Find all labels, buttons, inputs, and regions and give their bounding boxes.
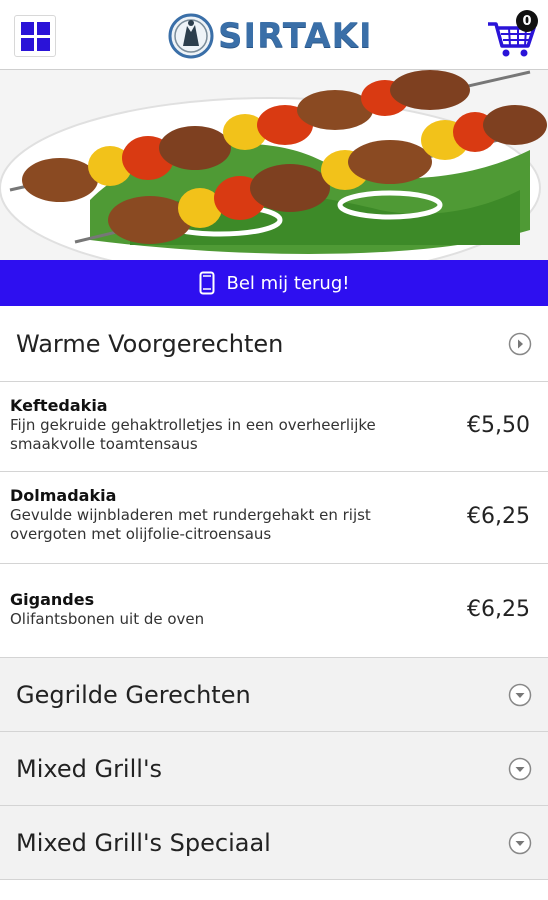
logo[interactable]: SIRTAKI — [166, 12, 373, 60]
mobile-phone-icon — [199, 271, 214, 295]
item-name: Gigandes — [10, 590, 95, 609]
item-price: €6,25 — [467, 596, 530, 622]
chevron-down-circle-icon — [508, 757, 532, 780]
cart-button[interactable]: 0 — [484, 8, 540, 64]
chevron-down-circle-icon — [508, 831, 532, 854]
item-description: Fijn gekruide gehaktrolletjes in een ove… — [10, 416, 376, 453]
item-name: Keftedakia — [10, 396, 108, 415]
category-label: Mixed Grill's — [16, 754, 163, 783]
item-price: €6,25 — [467, 503, 530, 529]
category-mixed-grills[interactable]: Mixed Grill's — [0, 732, 548, 806]
hero-image — [0, 70, 548, 260]
menu-item-keftedakia[interactable]: Keftedakia Fijn gekruide gehaktrolletjes… — [0, 382, 548, 472]
app-header: SIRTAKI 0 — [0, 0, 548, 70]
chevron-right-circle-icon — [508, 332, 532, 355]
menu-item-dolmadakia[interactable]: Dolmadakia Gevulde wijnbladeren met rund… — [0, 472, 548, 564]
menu-item-gigandes[interactable]: Gigandes Olifantsbonen uit de oven €6,25 — [0, 564, 548, 658]
category-label: Mixed Grill's Speciaal — [16, 828, 271, 857]
category-mixed-grills-speciaal[interactable]: Mixed Grill's Speciaal — [0, 806, 548, 880]
item-name: Dolmadakia — [10, 486, 117, 505]
chevron-down-circle-icon — [508, 683, 532, 706]
category-gegrilde-gerechten[interactable]: Gegrilde Gerechten — [0, 658, 548, 732]
item-price: €5,50 — [467, 412, 530, 438]
logo-text: SIRTAKI — [218, 16, 373, 56]
category-warme-voorgerechten[interactable]: Warme Voorgerechten — [0, 306, 548, 382]
category-label: Warme Voorgerechten — [16, 329, 284, 358]
item-description: Olifantsbonen uit de oven — [10, 610, 205, 628]
call-me-back-label: Bel mij terug! — [226, 272, 350, 294]
call-me-back-button[interactable]: Bel mij terug! — [0, 260, 548, 306]
sirtaki-emblem-icon — [168, 13, 214, 59]
item-description: Gevulde wijnbladeren met rundergehakt en… — [10, 506, 371, 543]
grid-menu-icon[interactable] — [14, 15, 56, 57]
souvlaki-photo — [0, 70, 548, 260]
category-label: Gegrilde Gerechten — [16, 680, 251, 709]
cart-count-badge: 0 — [516, 10, 538, 32]
